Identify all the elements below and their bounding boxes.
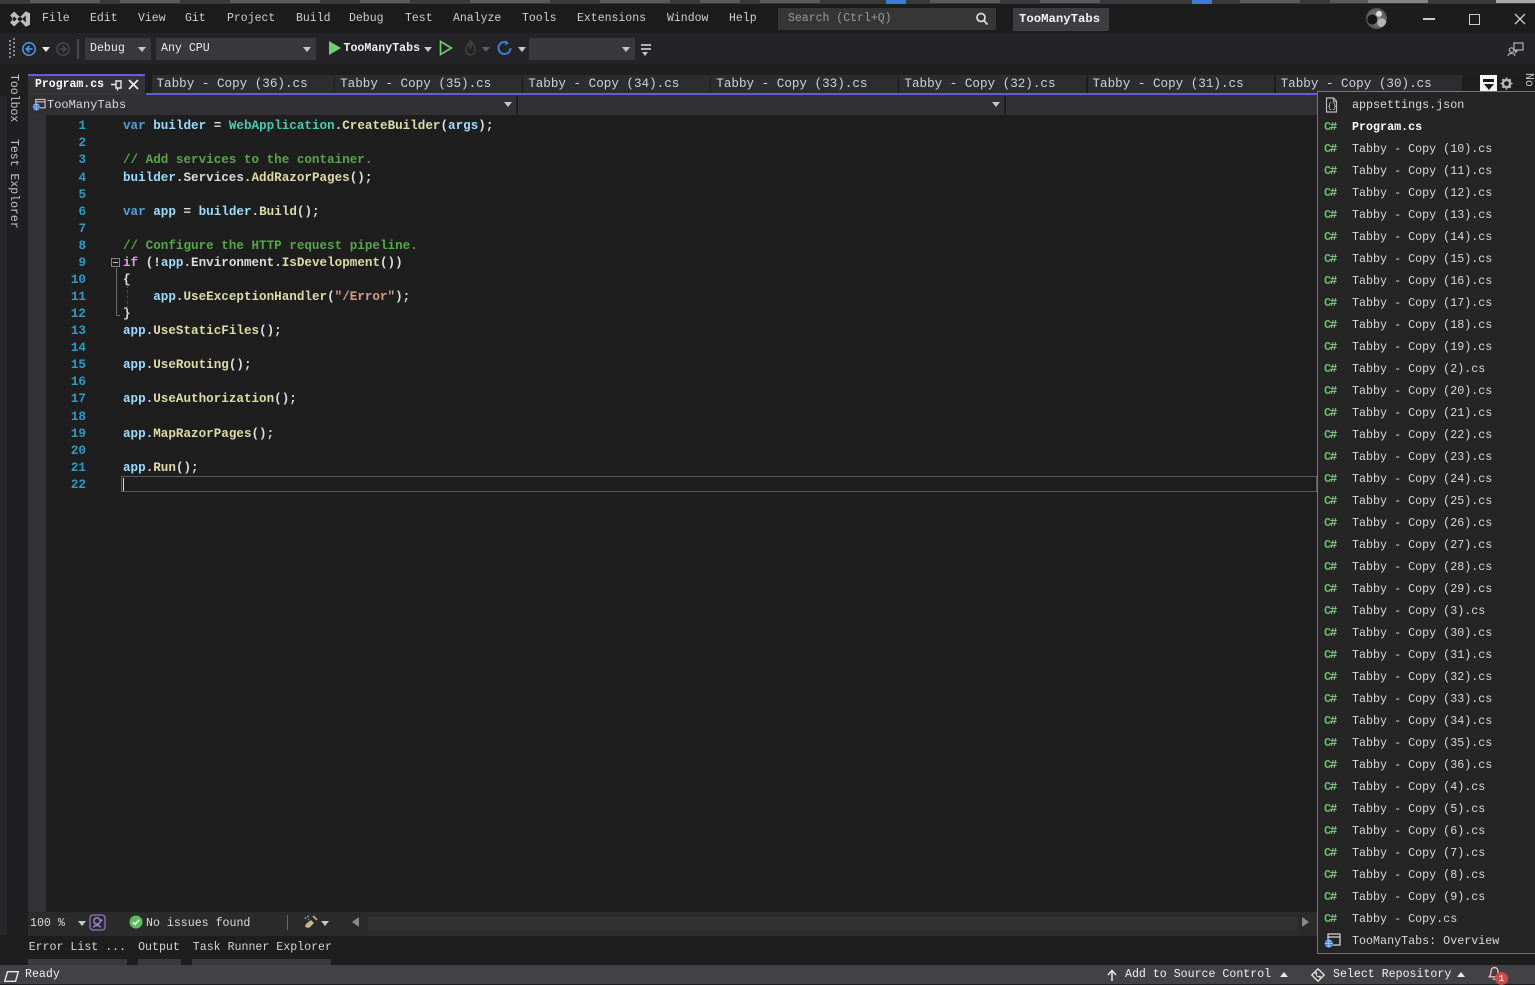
svg-text:{}: {}: [1327, 102, 1337, 111]
